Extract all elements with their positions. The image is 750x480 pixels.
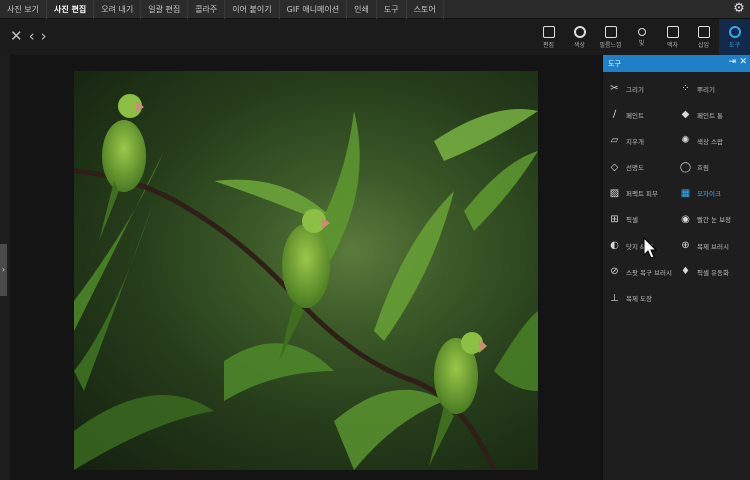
tool-label: 페인트 통 <box>697 111 723 120</box>
tab-frame[interactable]: 액자 <box>657 19 688 55</box>
close-icon[interactable]: ✕ <box>739 57 747 67</box>
tool-label: 색상 스왑 <box>697 137 723 146</box>
tool-label: 복제 도장 <box>626 295 652 303</box>
tool-icon: ✂ <box>610 83 619 94</box>
tool-label: 픽셀 <box>626 216 638 225</box>
menu-item-4[interactable]: 콜라주 <box>188 0 226 19</box>
menu-item-9[interactable]: 스토어 <box>407 0 444 19</box>
side-panel-toggle[interactable]: › <box>0 244 7 296</box>
tool-label: 퍼펙트 피부 <box>626 190 658 199</box>
tool-item-9[interactable]: ▦ 모자이크 <box>679 185 750 202</box>
tool-item-8[interactable]: ▨ 퍼펙트 피부 <box>608 185 679 202</box>
tab-edit[interactable]: 편집 <box>533 19 564 55</box>
tool-icon: ◉ <box>681 213 690 225</box>
tab-label: 빛 <box>638 39 645 47</box>
tool-label: 모자이크 <box>697 190 721 199</box>
tools-icon <box>728 25 741 38</box>
tool-item-7[interactable]: ◯ 흐림 <box>679 159 750 176</box>
tool-icon: ✺ <box>681 135 690 147</box>
tool-icon: ⊕ <box>681 240 690 252</box>
edit-icon <box>542 25 555 38</box>
panel-title: 도구 <box>608 59 621 68</box>
tool-label: 그리기 <box>626 85 644 94</box>
tool-item-2[interactable]: ∕ 페인트 <box>608 106 679 123</box>
tool-icon: ∕ <box>612 109 617 121</box>
tab-label: 색상 <box>573 41 586 49</box>
tool-icon: ♦ <box>681 266 690 278</box>
tool-icon: ⊞ <box>610 213 619 225</box>
tab-film[interactable]: 필름느낌 <box>595 19 626 55</box>
tool-item-0[interactable]: ✂ 그리기 <box>608 80 679 97</box>
chevron-left-icon[interactable]: ‹ <box>29 27 35 45</box>
tool-item-15[interactable]: ♦ 픽셀 유동화 <box>679 263 750 280</box>
film-icon <box>604 25 617 38</box>
tool-label: 선명도 <box>626 164 644 173</box>
tool-label: 복제 브러시 <box>697 242 729 251</box>
tool-label: 흐림 <box>697 164 709 173</box>
tab-tools[interactable]: 도구 <box>719 19 750 55</box>
mouse-cursor-icon <box>643 237 657 259</box>
image-nav: ✕ ‹ › <box>10 27 47 45</box>
tool-icon: ▦ <box>680 187 691 199</box>
menu-item-8[interactable]: 도구 <box>377 0 407 19</box>
insert-icon <box>697 25 710 38</box>
chevron-right-icon[interactable]: › <box>41 27 47 45</box>
light-icon <box>637 27 646 36</box>
tab-label: 액자 <box>666 41 679 49</box>
tool-icon: ⊥ <box>610 292 619 304</box>
tab-label: 편집 <box>542 41 555 49</box>
tool-label: 페인트 <box>626 111 644 120</box>
tool-item-4[interactable]: ▱ 지우개 <box>608 132 679 149</box>
color-icon <box>573 25 586 38</box>
menu-bar: 사진 보기 사진 편집 오려 내기 일괄 편집 콜라주 이어 붙이기 GIF 애니메이션 인쇄… <box>0 0 750 19</box>
tool-item-6[interactable]: ◇ 선명도 <box>608 159 679 176</box>
tool-item-5[interactable]: ✺ 색상 스왑 <box>679 132 750 149</box>
gear-icon[interactable]: ⚙ <box>732 2 746 16</box>
tool-item-13[interactable]: ⊕ 복제 브러시 <box>679 237 750 254</box>
tool-icon: ◆ <box>681 109 690 121</box>
tab-color[interactable]: 색상 <box>564 19 595 55</box>
parrots-image <box>74 94 538 470</box>
menu-item-3[interactable]: 일괄 편집 <box>141 0 189 19</box>
tool-icon: ◇ <box>610 161 619 173</box>
photo <box>74 71 538 470</box>
tab-label: 도구 <box>728 41 741 49</box>
tool-item-10[interactable]: ⊞ 픽셀 <box>608 211 679 228</box>
tab-insert[interactable]: 삽입 <box>688 19 719 55</box>
tool-label: 뿌리기 <box>697 85 715 94</box>
edit-tool-tabs: 편집 색상 필름느낌 빛 액자 삽입 도구 <box>533 19 750 55</box>
tab-label: 삽입 <box>697 41 710 49</box>
tool-label: 스팟 복구 브러시 <box>626 268 672 277</box>
tab-label: 필름느낌 <box>599 41 622 49</box>
tool-label: 빨간 눈 보정 <box>697 216 732 225</box>
menu-item-6[interactable]: GIF 애니메이션 <box>280 0 348 19</box>
tool-icon: ▨ <box>609 187 620 199</box>
tool-item-1[interactable]: ⁘ 뿌리기 <box>679 80 750 97</box>
tool-icon: ⁘ <box>681 83 690 94</box>
toolbar: ✕ ‹ › 편집 색상 필름느낌 빛 액자 삽입 도구 <box>0 19 750 55</box>
tools-grid: ✂ 그리기 ⁘ 뿌리기 ∕ 페인트 ◆ 페인트 통 ▱ 지우개 ✺ 색상 스왑 ◇ 선명도 ◯ 흐림 ▨ 퍼펙트 … <box>603 72 750 307</box>
tool-item-11[interactable]: ◉ 빨간 눈 보정 <box>679 211 750 228</box>
pin-icon[interactable]: ⇥ <box>728 57 736 67</box>
tool-item-3[interactable]: ◆ 페인트 통 <box>679 106 750 123</box>
tool-icon: ◐ <box>610 240 619 252</box>
frame-icon <box>666 25 679 38</box>
menu-item-2[interactable]: 오려 내기 <box>94 0 142 19</box>
tool-item-14[interactable]: ⊘ 스팟 복구 브러시 <box>608 263 679 280</box>
tool-icon: ▱ <box>610 135 619 147</box>
tab-light[interactable]: 빛 <box>626 19 657 55</box>
tool-label: 지우개 <box>626 137 644 146</box>
tool-icon: ⊘ <box>610 266 619 278</box>
tool-icon: ◯ <box>679 161 692 173</box>
close-icon[interactable]: ✕ <box>10 27 23 45</box>
menu-item-5[interactable]: 이어 붙이기 <box>225 0 280 19</box>
tool-item-16[interactable]: ⊥ 복제 도장 <box>608 290 679 307</box>
menu-item-7[interactable]: 인쇄 <box>347 0 377 19</box>
tools-panel: 도구 ⇥ ✕ ✂ 그리기 ⁘ 뿌리기 ∕ 페인트 ◆ 페인트 통 ▱ 지우개 ✺ 색상 스왑 ◇ 선명도 ◯… <box>602 55 750 480</box>
menu-item-1[interactable]: 사진 편집 <box>47 0 95 19</box>
panel-header: 도구 ⇥ ✕ <box>603 55 750 72</box>
menu-item-0[interactable]: 사진 보기 <box>0 0 47 19</box>
tool-label: 픽셀 유동화 <box>697 268 729 277</box>
